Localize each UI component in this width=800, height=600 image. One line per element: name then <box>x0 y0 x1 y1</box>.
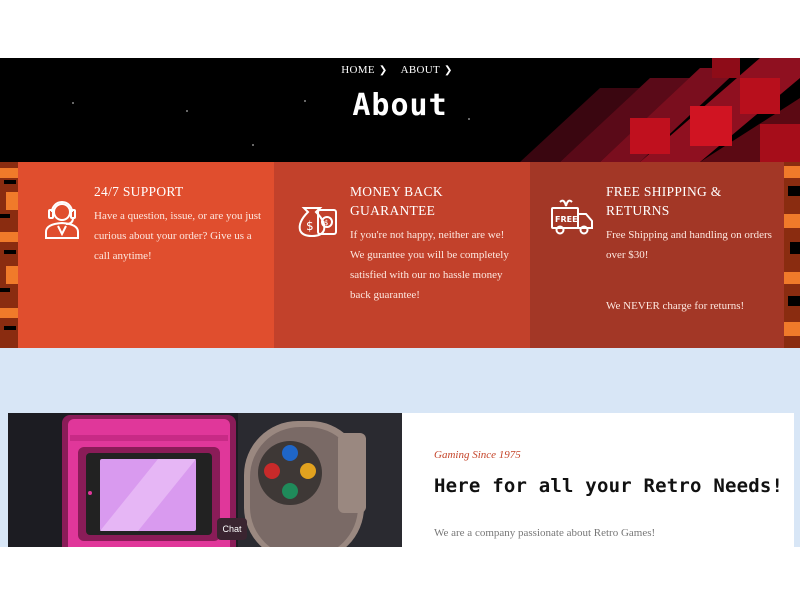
breadcrumb: HOME ❯ ABOUT ❯ <box>0 64 800 76</box>
about-text-panel: Gaming Since 1975 Here for all your Retr… <box>402 413 794 547</box>
hero-banner: HOME ❯ ABOUT ❯ About <box>0 58 800 162</box>
feature-description: If you're not happy, neither are we! We … <box>350 229 509 301</box>
retro-console-illustration <box>8 413 402 547</box>
feature-heading: FREE SHIPPING & RETURNS <box>606 184 722 218</box>
gamepad-controller <box>244 421 366 547</box>
handheld-and-controller-art <box>8 413 402 547</box>
pixel-edge-right <box>784 162 800 348</box>
pixel-dot <box>252 144 254 146</box>
top-spacer <box>0 0 800 58</box>
features-band: 24/7 SUPPORT Have a question, issue, or … <box>0 162 800 348</box>
headset-support-icon <box>45 201 79 239</box>
page-title: About <box>352 88 448 123</box>
feature-money-back: $ $ MONEY BACK GUARANTEE If you're not h… <box>274 162 530 348</box>
feature-description: Free Shipping and handling on orders ove… <box>606 229 772 261</box>
chevron-right-icon: ❯ <box>444 65 453 76</box>
tagline: Gaming Since 1975 <box>434 449 521 461</box>
pixel-edge-left <box>0 162 20 348</box>
breadcrumb-home[interactable]: HOME <box>341 64 375 76</box>
feature-support: 24/7 SUPPORT Have a question, issue, or … <box>18 162 274 348</box>
svg-text:FREE: FREE <box>555 215 578 224</box>
section-title: Here for all your Retro Needs! <box>434 475 784 497</box>
chevron-right-icon: ❯ <box>378 65 388 76</box>
feature-heading: MONEY BACK GUARANTEE <box>350 184 443 218</box>
intro-text: We are a company passionate about Retro … <box>434 527 656 539</box>
bottom-spacer <box>0 547 800 600</box>
svg-text:$: $ <box>324 219 328 227</box>
handheld-console <box>62 415 236 547</box>
money-bag-icon: $ $ <box>298 207 337 238</box>
chat-button[interactable]: Chat <box>217 518 247 540</box>
svg-text:$: $ <box>306 219 314 233</box>
breadcrumb-about[interactable]: ABOUT <box>401 64 440 76</box>
feature-note: We NEVER charge for returns! <box>606 300 745 312</box>
free-shipping-truck-icon: FREE <box>551 199 593 235</box>
feature-heading: 24/7 SUPPORT <box>94 184 184 199</box>
feature-free-shipping: FREE FREE SHIPPING & RETURNS Free Shippi… <box>530 162 784 348</box>
feature-description: Have a question, issue, or are you just … <box>94 210 262 262</box>
